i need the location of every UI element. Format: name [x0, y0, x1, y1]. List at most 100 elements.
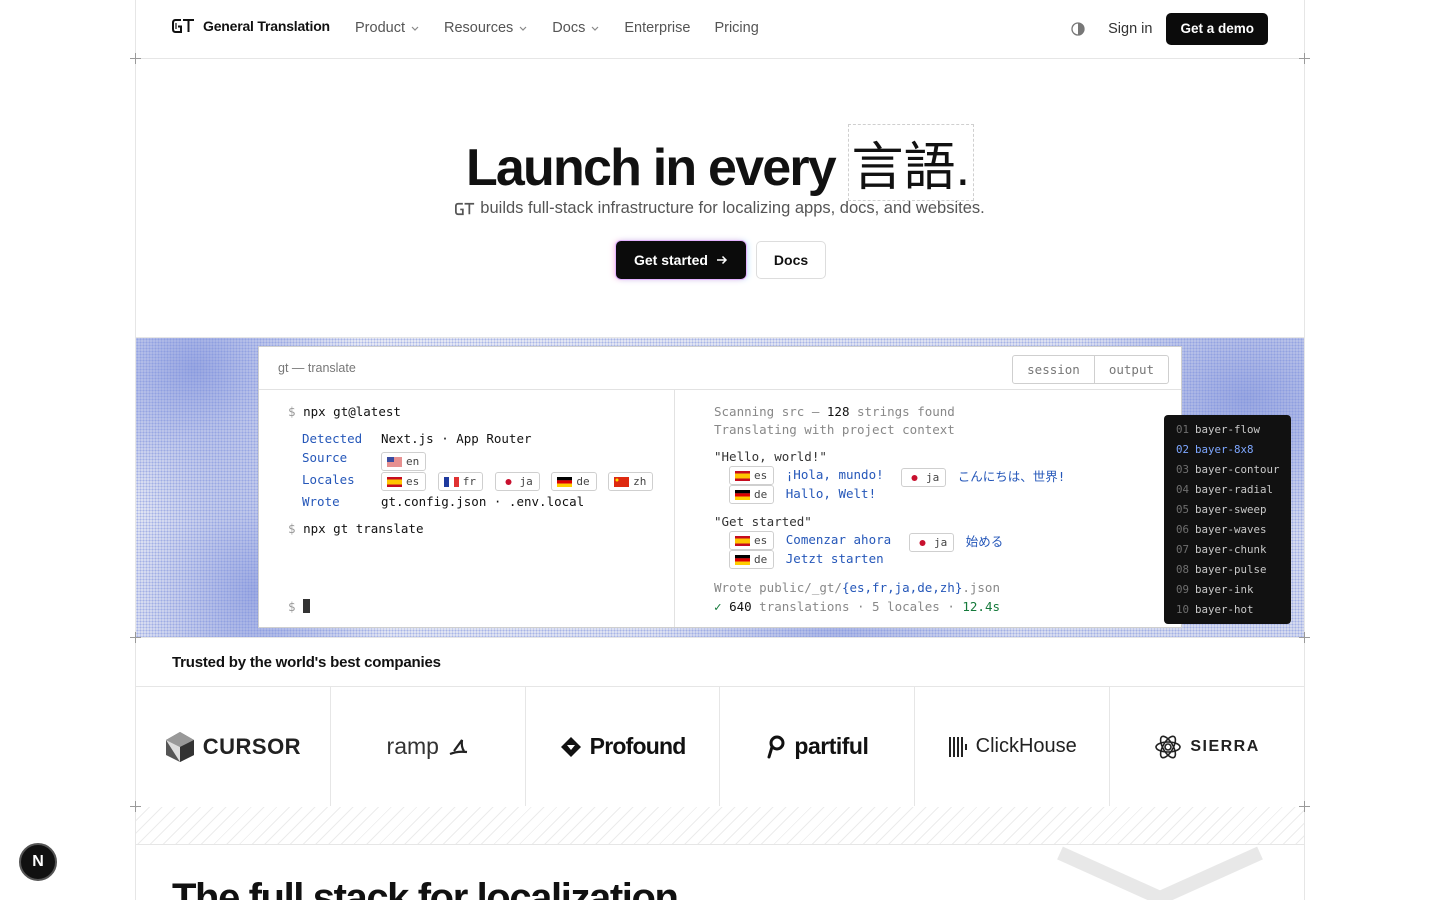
locale-code: en [406, 455, 420, 468]
tab-output[interactable]: output [1093, 356, 1168, 383]
locale-tag-de: de [551, 472, 597, 491]
preset-item[interactable]: 10 bayer-hot [1176, 600, 1279, 620]
nav-links: Product Resources Docs Enterprise Pricin… [355, 20, 783, 36]
docs-button-label: Docs [773, 252, 809, 268]
prompt-symbol: $ [288, 599, 296, 614]
section-title: The full stack for localization [172, 876, 679, 900]
nav-docs-label: Docs [552, 20, 586, 36]
wrote-output-line: Wrote public/_gt/{es,fr,ja,de,zh}.json [714, 580, 1000, 595]
preset-item[interactable]: 06 bayer-waves [1176, 520, 1279, 540]
de-flag-icon [557, 476, 573, 487]
preset-name: bayer-flow [1195, 423, 1261, 436]
preset-item[interactable]: 03 bayer-contour [1176, 460, 1280, 480]
hero-cta-row: Get started Docs [616, 241, 827, 279]
clickhouse-logo-icon [948, 736, 967, 757]
nav-right: Sign in Get a demo [1070, 13, 1268, 45]
preset-item-active[interactable]: 02 bayer-8x8 [1176, 440, 1279, 460]
tab-session[interactable]: session [1013, 356, 1094, 383]
sign-in-link[interactable]: Sign in [1108, 21, 1152, 37]
scan-line: Scanning src — 128 strings found [714, 404, 955, 419]
preset-item[interactable]: 09 bayer-ink [1176, 580, 1279, 600]
detected-label: Detected [302, 431, 363, 446]
nav-divider [135, 58, 1305, 59]
wrote-prefix: Wrote public/_gt/ [714, 580, 842, 595]
es-flag-icon [735, 470, 750, 481]
translation-row: ja 始める [909, 531, 1003, 552]
source-locale: en [381, 452, 430, 471]
command-text: npx gt@latest [303, 404, 401, 419]
nav-resources-label: Resources [443, 20, 514, 36]
nav-resources[interactable]: Resources [444, 20, 528, 36]
context-line: Translating with project context [714, 422, 955, 437]
translation-text: Comenzar ahora [785, 532, 892, 547]
locale-code: de [754, 488, 768, 501]
hero-subtitle: builds full-stack infrastructure for loc… [0, 199, 1440, 218]
logo-profound: Profound [526, 687, 721, 806]
wrote-glob: {es,fr,ja,de,zh} [841, 580, 963, 595]
company-name: ramp [386, 733, 439, 759]
brand-logo[interactable]: General Translation [172, 18, 330, 34]
de-flag-icon [735, 489, 750, 500]
hero-title-prefix: Launch in every [465, 139, 837, 197]
chevron-down-icon [591, 26, 599, 31]
preset-item[interactable]: 01 bayer-flow [1176, 420, 1279, 440]
preset-number: 02 [1176, 443, 1190, 456]
active-prompt[interactable]: $ [288, 599, 311, 614]
logo-partiful: partiful [720, 687, 916, 806]
gt-logo-icon [455, 202, 475, 215]
nav-docs[interactable]: Docs [552, 20, 600, 36]
nav-product-label: Product [355, 20, 405, 36]
preset-name: bayer-sweep [1195, 503, 1267, 516]
translation-row: de Jetzt starten [729, 550, 884, 569]
preset-item[interactable]: 05 bayer-sweep [1176, 500, 1279, 520]
locale-code: es [754, 469, 768, 482]
locale-tag-es: es [381, 472, 427, 491]
preset-name: bayer-ink [1195, 583, 1254, 596]
preset-name: bayer-radial [1195, 483, 1274, 496]
source-string-2: "Get started" [714, 514, 812, 529]
command-text: npx gt translate [303, 521, 424, 536]
preset-item[interactable]: 08 bayer-pulse [1176, 560, 1279, 580]
prompt-symbol: $ [288, 521, 296, 536]
us-flag-icon [387, 456, 402, 467]
check-icon: ✓ [714, 599, 722, 614]
locale-code: es [406, 475, 420, 488]
jp-flag-icon [500, 476, 516, 487]
logo-cursor: CURSOR [136, 687, 331, 806]
theme-toggle-icon[interactable] [1070, 21, 1086, 37]
get-demo-button[interactable]: Get a demo [1166, 13, 1268, 45]
translations-count: 640 [729, 599, 752, 614]
nav-pricing[interactable]: Pricing [714, 20, 758, 36]
nav-enterprise[interactable]: Enterprise [624, 20, 690, 36]
locale-code: fr [462, 475, 477, 488]
preset-item[interactable]: 07 bayer-chunk [1176, 540, 1279, 560]
terminal-window: gt — translate session output $ npx gt@l… [258, 346, 1182, 628]
wrote-ext: .json [962, 580, 1000, 595]
company-name: partiful [794, 733, 869, 759]
locale-tag-en: en [381, 452, 427, 471]
nav-product[interactable]: Product [355, 20, 420, 36]
cursor-logo-icon [165, 731, 194, 762]
preset-item[interactable]: 04 bayer-radial [1176, 480, 1279, 500]
sierra-logo-icon [1155, 735, 1182, 758]
de-flag-icon [735, 554, 750, 565]
preset-number: 10 [1176, 603, 1190, 616]
get-started-button[interactable]: Get started [616, 241, 746, 279]
preset-name: bayer-8x8 [1195, 443, 1254, 456]
hero-title-suffix: . [955, 139, 971, 197]
jp-flag-icon [915, 537, 930, 548]
band-divider [135, 637, 1305, 638]
locale-code: ja [519, 475, 533, 488]
nextjs-dev-badge[interactable]: N [19, 843, 57, 881]
translation-text: ¡Hola, mundo! [785, 467, 884, 482]
elapsed-time: 12.4s [962, 599, 1001, 614]
translation-text: 始める [965, 534, 1004, 549]
docs-button[interactable]: Docs [755, 241, 827, 279]
es-flag-icon [387, 476, 402, 487]
translation-text: Hallo, Welt! [785, 486, 877, 501]
top-nav: General Translation Product Resources Do… [136, 0, 1304, 58]
terminal-header: gt — translate session output [259, 347, 1181, 390]
scan-count: 128 [826, 404, 850, 419]
get-started-label: Get started [634, 252, 708, 268]
locale-code: de [576, 475, 590, 488]
